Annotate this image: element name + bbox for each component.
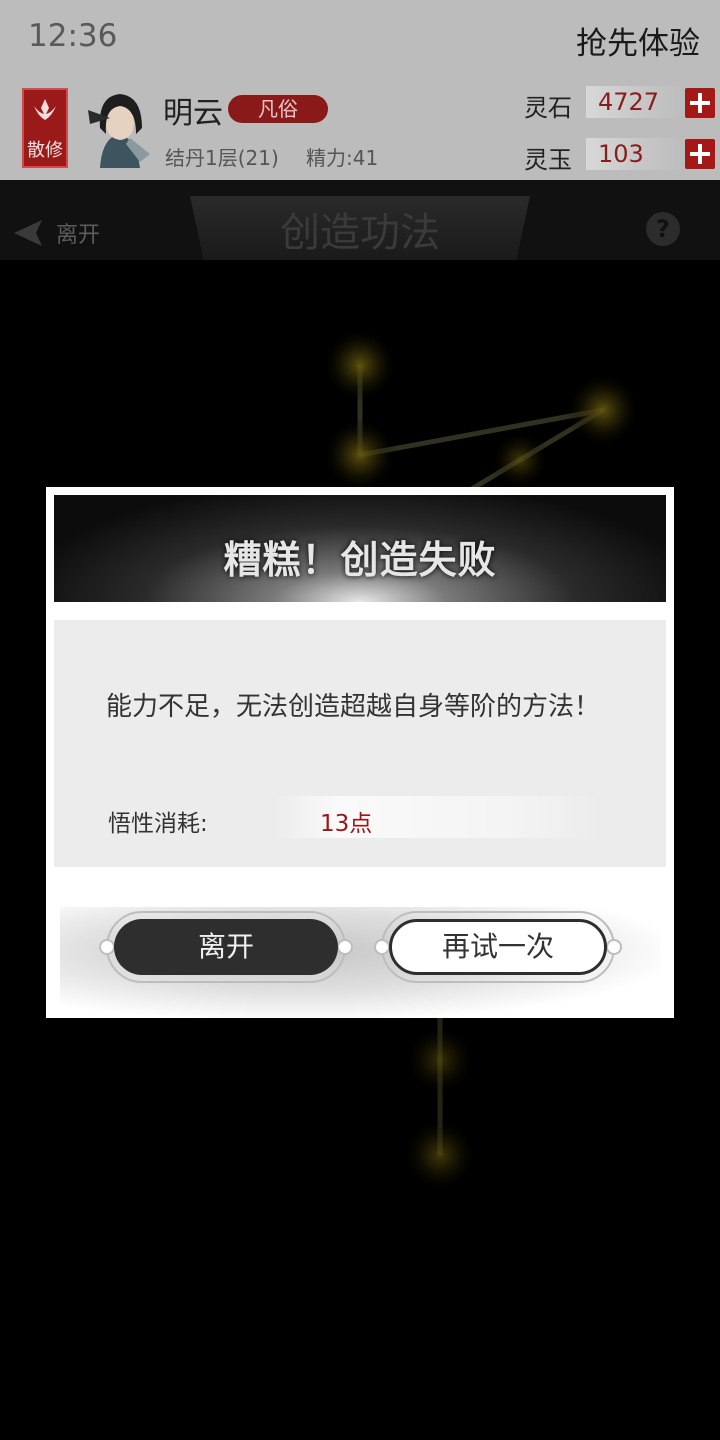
back-button[interactable]: 离开 [12,213,100,253]
avatar[interactable] [80,88,158,168]
comprehension-cost-value: 13点 [320,811,373,837]
sect-badge[interactable]: 散修 [22,88,68,168]
leave-button-frame: 离开 [99,911,353,983]
help-icon[interactable]: ? [646,212,680,246]
failure-dialog: 糟糕！创造失败 能力不足，无法创造超越自身等阶的方法！ 悟性消耗: 13点 离开… [46,487,674,1018]
sect-label: 散修 [27,140,63,161]
back-label: 离开 [56,223,101,248]
retry-button-frame: 再试一次 [374,911,622,983]
spirit-jade-label: 灵玉 [524,146,572,174]
add-spirit-jade-button[interactable] [685,139,715,169]
back-arrow-icon [14,220,42,246]
rank-badge: 凡俗 [228,95,328,123]
lotus-icon [34,99,56,120]
clock: 12:36 [28,18,118,54]
comprehension-cost-label: 悟性消耗: [108,811,208,837]
spirit-jade-value: 103 [586,138,686,170]
spirit-stone-label: 灵石 [524,94,572,122]
dialog-title: 糟糕！创造失败 [223,537,497,582]
dialog-message: 能力不足，无法创造超越自身等阶的方法！ [106,692,601,722]
status-bar: 12:36 抢先体验 [0,0,720,78]
leave-button[interactable]: 离开 [114,919,338,975]
dialog-body: 能力不足，无法创造超越自身等阶的方法！ 悟性消耗: 13点 [54,620,666,867]
add-spirit-stone-button[interactable] [685,88,715,118]
retry-button[interactable]: 再试一次 [389,919,607,975]
realm-level: 结丹1层(21) [165,146,279,170]
page-title: 创造功法 [280,210,440,256]
dialog-header: 糟糕！创造失败 [54,495,666,602]
early-access-label[interactable]: 抢先体验 [576,18,700,63]
spirit-stone-value: 4727 [586,86,686,118]
player-name: 明云 [163,96,223,131]
stamina: 精力:41 [306,146,379,170]
